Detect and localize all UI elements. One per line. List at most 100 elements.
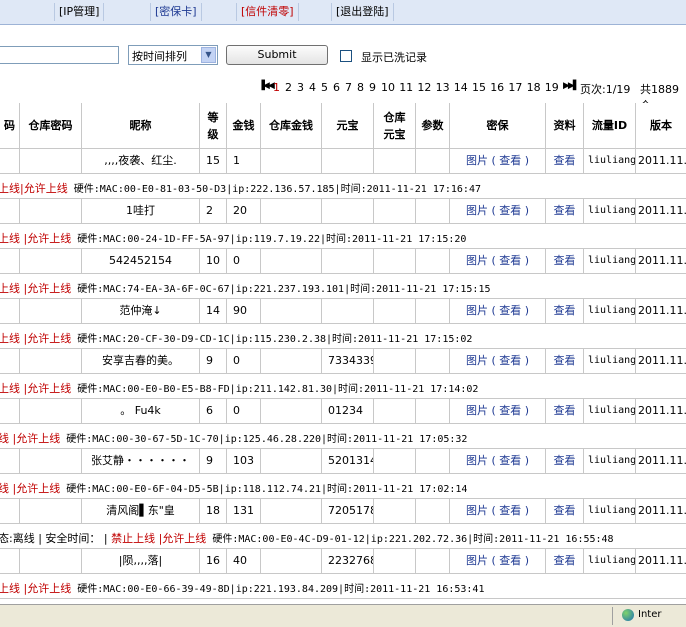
- page-link[interactable]: 17: [508, 81, 522, 94]
- page-link[interactable]: 19: [545, 81, 559, 94]
- page-link[interactable]: 1: [273, 81, 280, 94]
- profile-view-link[interactable]: 查看: [546, 199, 584, 224]
- profile-view-link[interactable]: 查看: [546, 499, 584, 524]
- empty-cell: [416, 399, 450, 424]
- hardware-ip-time: 硬件:MAC:20-CF-30-D9-CD-1C|ip:115.230.2.38…: [71, 334, 473, 345]
- allow-login-link[interactable]: 禁止上线 |允许上线: [111, 532, 206, 545]
- col-header-params: 参数: [416, 103, 450, 149]
- profile-view-link[interactable]: 查看: [546, 299, 584, 324]
- show-washed-checkbox[interactable]: [340, 50, 352, 62]
- page-link[interactable]: 9: [369, 81, 376, 94]
- security-zone-label: Inter: [638, 609, 662, 620]
- mibao-link[interactable]: 图片 ( 查看 ): [450, 349, 546, 374]
- profile-view-link[interactable]: 查看: [546, 549, 584, 574]
- profile-view-link[interactable]: 查看: [546, 249, 584, 274]
- page-link[interactable]: 15: [472, 81, 486, 94]
- mibao-link[interactable]: 图片 ( 查看 ): [450, 449, 546, 474]
- empty-cell: [416, 499, 450, 524]
- empty-cell: [0, 299, 20, 324]
- chevron-down-icon[interactable]: ▼: [201, 47, 216, 63]
- forbid-login-link[interactable]: 上线: [0, 582, 20, 595]
- profile-view-link[interactable]: 查看: [546, 399, 584, 424]
- profile-view-link[interactable]: 查看: [546, 149, 584, 174]
- record-detail-row: 上线 |允许上线 硬件:MAC:20-CF-30-D9-CD-1C|ip:115…: [0, 324, 686, 349]
- record-detail-line: 上线 |允许上线 硬件:MAC:74-EA-3A-6F-0C-67|ip:221…: [0, 280, 491, 296]
- page-link[interactable]: 3: [297, 81, 304, 94]
- record-detail-row: 线 |允许上线 硬件:MAC:00-E0-6F-04-D5-5B|ip:118.…: [0, 474, 686, 499]
- nickname-cell: 范仲淹↓: [82, 299, 200, 324]
- forbid-login-link[interactable]: 线: [0, 482, 9, 495]
- search-input[interactable]: [0, 46, 119, 64]
- allow-login-link[interactable]: |允许上线: [20, 232, 71, 245]
- profile-view-link[interactable]: 查看: [546, 349, 584, 374]
- forbid-login-link[interactable]: 上线: [0, 332, 20, 345]
- forbid-login-link[interactable]: 上线: [0, 182, 20, 195]
- allow-login-link[interactable]: |允许上线: [9, 482, 60, 495]
- profile-view-link[interactable]: 查看: [546, 449, 584, 474]
- page-link[interactable]: 6: [333, 81, 340, 94]
- mibao-link[interactable]: 图片 ( 查看 ): [450, 249, 546, 274]
- nav-tab-mail-clear[interactable]: [信件清零]: [236, 3, 299, 21]
- forbid-login-link[interactable]: 上线: [0, 232, 20, 245]
- yuanbao-cell: 01234: [322, 399, 374, 424]
- table-row: 542452154 10 0 图片 ( 查看 ) 查看 liuliang 2011.11.: [0, 249, 686, 274]
- nav-tab-ip-manage[interactable]: [IP管理]: [54, 3, 105, 21]
- forbid-login-link[interactable]: 上线: [0, 282, 20, 295]
- mibao-link[interactable]: 图片 ( 查看 ): [450, 549, 546, 574]
- empty-cell: [0, 249, 20, 274]
- mibao-link[interactable]: 图片 ( 查看 ): [450, 149, 546, 174]
- nickname-cell: |陨,,,,落|: [82, 549, 200, 574]
- mibao-link[interactable]: 图片 ( 查看 ): [450, 399, 546, 424]
- hardware-ip-time: 硬件:MAC:00-30-67-5D-1C-70|ip:125.46.28.22…: [60, 434, 468, 445]
- allow-login-link[interactable]: |允许上线: [20, 582, 71, 595]
- allow-login-link[interactable]: |允许上线: [20, 332, 71, 345]
- last-page-icon[interactable]: ▶▶▌: [563, 81, 580, 91]
- page-link[interactable]: 7: [345, 81, 352, 94]
- forbid-login-link[interactable]: 上线: [0, 382, 20, 395]
- filter-toolbar: 按时间排列 ▼ Submit 显示已洗记录: [0, 44, 686, 70]
- nav-tab-logout[interactable]: [退出登陆]: [331, 3, 394, 21]
- mibao-link[interactable]: 图片 ( 查看 ): [450, 299, 546, 324]
- empty-cell: [416, 149, 450, 174]
- page-link[interactable]: 4: [309, 81, 316, 94]
- allow-login-link[interactable]: |允许上线: [9, 432, 60, 445]
- status-divider: [612, 607, 613, 625]
- page-link[interactable]: 18: [527, 81, 541, 94]
- empty-cell: [20, 399, 82, 424]
- col-header-mibao: 密保: [450, 103, 546, 149]
- mibao-link[interactable]: 图片 ( 查看 ): [450, 199, 546, 224]
- empty-cell: [416, 299, 450, 324]
- submit-button[interactable]: Submit: [226, 45, 328, 65]
- page-link[interactable]: 2: [285, 81, 292, 94]
- page-link[interactable]: 16: [490, 81, 504, 94]
- col-header-level-text: 等级: [207, 111, 219, 141]
- version-cell: 2011.11.: [636, 199, 686, 224]
- page-link[interactable]: 12: [417, 81, 431, 94]
- first-page-icon[interactable]: ▐◀◀: [258, 81, 275, 91]
- nav-tab-mibao-card[interactable]: [密保卡]: [150, 3, 202, 21]
- record-detail-line: 上线|允许上线 硬件:MAC:00-E0-81-03-50-D3|ip:222.…: [0, 180, 481, 196]
- page-link[interactable]: 8: [357, 81, 364, 94]
- allow-login-link[interactable]: |允许上线: [20, 182, 68, 195]
- empty-cell: [20, 349, 82, 374]
- nickname-cell: 清风阁▌东"皇: [82, 499, 200, 524]
- sort-select[interactable]: 按时间排列 ▼: [128, 45, 218, 65]
- liuliang-id-cell: liuliang: [584, 199, 636, 224]
- internet-zone-icon: [622, 609, 634, 621]
- version-cell: 2011.11.: [636, 499, 686, 524]
- hardware-ip-time: 硬件:MAC:74-EA-3A-6F-0C-67|ip:221.237.193.…: [71, 284, 491, 295]
- allow-login-link[interactable]: |允许上线: [20, 382, 71, 395]
- mibao-link[interactable]: 图片 ( 查看 ): [450, 499, 546, 524]
- empty-cell: [0, 449, 20, 474]
- page-link[interactable]: 10: [381, 81, 395, 94]
- table-row: 清风阁▌东"皇 18 131 7205178 图片 ( 查看 ) 查看 liuliang 20…: [0, 499, 686, 524]
- page-link[interactable]: 14: [454, 81, 468, 94]
- allow-login-link[interactable]: |允许上线: [20, 282, 71, 295]
- page-link[interactable]: 11: [399, 81, 413, 94]
- empty-cell: [0, 499, 20, 524]
- page-link[interactable]: 13: [436, 81, 450, 94]
- forbid-login-link[interactable]: 线: [0, 432, 9, 445]
- record-detail-line: 上线 |允许上线 硬件:MAC:00-E0-B0-E5-B8-FD|ip:211…: [0, 380, 478, 396]
- page-link[interactable]: 5: [321, 81, 328, 94]
- table-header: 码 仓库密码 昵称 等级 金钱 仓库金钱 元宝 仓库元宝 参数 密保 资料 流量…: [0, 103, 686, 149]
